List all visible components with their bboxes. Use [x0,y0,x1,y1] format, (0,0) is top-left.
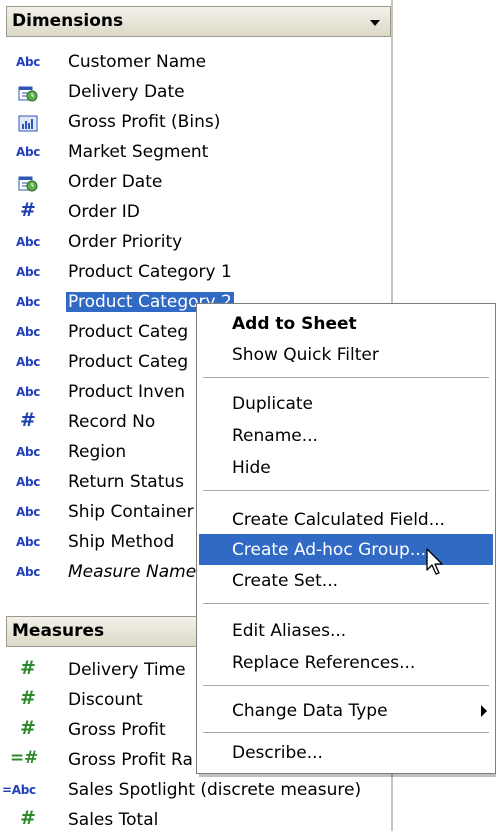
number-icon: # [20,687,36,709]
menu-item-create-adhoc-group[interactable]: Create Ad-hoc Group... [199,534,493,565]
menu-item-label: Add to Sheet [232,314,357,334]
field-label: Product Category 1 [68,262,232,282]
menu-item-hide[interactable]: Hide [199,452,493,483]
string-icon: Abc [16,445,41,459]
menu-item-label: Describe... [232,743,323,763]
number-icon: # [20,657,36,679]
field-label: Product Inven [68,382,186,402]
field-sales-spotlight[interactable]: =Abc Sales Spotlight (discrete measure) [0,775,393,805]
menu-separator [203,490,489,491]
field-delivery-date[interactable]: Delivery Date [0,77,393,107]
string-icon: Abc [16,505,41,519]
calendar-icon [18,175,38,192]
field-market-segment[interactable]: Abc Market Segment [0,137,393,167]
context-menu: Add to Sheet Show Quick Filter Duplicate… [196,303,496,774]
string-icon: Abc [16,145,41,159]
field-label: Ship Container [68,502,194,522]
field-label: Ship Method [68,532,175,552]
menu-separator [203,603,489,604]
menu-item-replace-references[interactable]: Replace References... [199,647,493,678]
menu-item-label: Duplicate [232,394,313,414]
field-label: Customer Name [68,52,207,72]
menu-item-label: Hide [232,458,271,478]
menu-item-duplicate[interactable]: Duplicate [199,388,493,419]
field-label: Gross Profit (Bins) [68,112,221,132]
number-icon: # [20,717,36,739]
string-icon: Abc [16,55,41,69]
calculated-number-icon: =# [10,748,38,768]
field-label: Measure Name [68,562,197,582]
menu-item-describe[interactable]: Describe... [199,737,493,768]
string-icon: Abc [16,355,41,369]
field-gross-profit-bins[interactable]: Gross Profit (Bins) [0,107,393,137]
field-product-category-1[interactable]: Abc Product Category 1 [0,257,393,287]
field-label: Discount [68,690,143,710]
field-label: Product Categ [68,352,189,372]
field-label: Market Segment [68,142,209,162]
menu-item-change-data-type[interactable]: Change Data Type [199,695,493,726]
string-icon: Abc [16,385,41,399]
field-label: Order Priority [68,232,183,252]
number-icon: # [20,409,36,431]
menu-item-label: Rename... [232,426,318,446]
field-label: Product Categ [68,322,189,342]
string-icon: Abc [16,565,41,579]
menu-item-label: Create Set... [232,571,339,591]
menu-item-label: Replace References... [232,653,416,673]
menu-separator [203,732,489,733]
bins-icon [18,115,38,132]
mouse-pointer-icon [426,548,444,581]
menu-item-add-to-sheet[interactable]: Add to Sheet [199,308,493,339]
calculated-string-icon: =Abc [2,783,36,797]
string-icon: Abc [16,325,41,339]
dimensions-header[interactable]: Dimensions [6,6,391,37]
field-label: Sales Spotlight (discrete measure) [68,780,362,800]
string-icon: Abc [16,535,41,549]
measures-title: Measures [12,621,105,641]
number-icon: # [20,199,36,221]
menu-item-show-quick-filter[interactable]: Show Quick Filter [199,339,493,370]
string-icon: Abc [16,265,41,279]
field-order-priority[interactable]: Abc Order Priority [0,227,393,257]
menu-item-edit-aliases[interactable]: Edit Aliases... [199,615,493,646]
field-label: Delivery Date [68,82,185,102]
number-icon: # [20,807,36,829]
field-label: Region [68,442,127,462]
menu-item-create-set[interactable]: Create Set... [199,565,493,596]
calendar-icon [18,85,38,102]
field-label: Order ID [68,202,140,222]
menu-separator [203,377,489,378]
menu-separator [203,685,489,686]
field-label: Record No [68,412,156,432]
field-label: Return Status [68,472,184,492]
field-order-id[interactable]: # Order ID [0,197,393,227]
field-label: Gross Profit [68,720,166,740]
menu-item-label: Show Quick Filter [232,345,379,365]
string-icon: Abc [16,235,41,249]
menu-item-label: Change Data Type [232,701,388,721]
submenu-arrow-icon [481,705,487,717]
menu-item-create-calculated-field[interactable]: Create Calculated Field... [199,504,493,535]
field-label: Gross Profit Ra [68,750,193,770]
dimensions-title: Dimensions [12,11,124,31]
field-label: Order Date [68,172,163,192]
menu-item-label: Edit Aliases... [232,621,347,641]
string-icon: Abc [16,475,41,489]
field-label: Delivery Time [68,660,186,680]
menu-item-label: Create Calculated Field... [232,510,445,530]
menu-item-label: Create Ad-hoc Group... [232,540,427,560]
string-icon: Abc [16,295,41,309]
field-customer-name[interactable]: Abc Customer Name [0,47,393,77]
menu-item-rename[interactable]: Rename... [199,420,493,451]
field-order-date[interactable]: Order Date [0,167,393,197]
dimensions-menu-icon[interactable] [370,20,380,26]
field-label: Sales Total [68,810,159,830]
